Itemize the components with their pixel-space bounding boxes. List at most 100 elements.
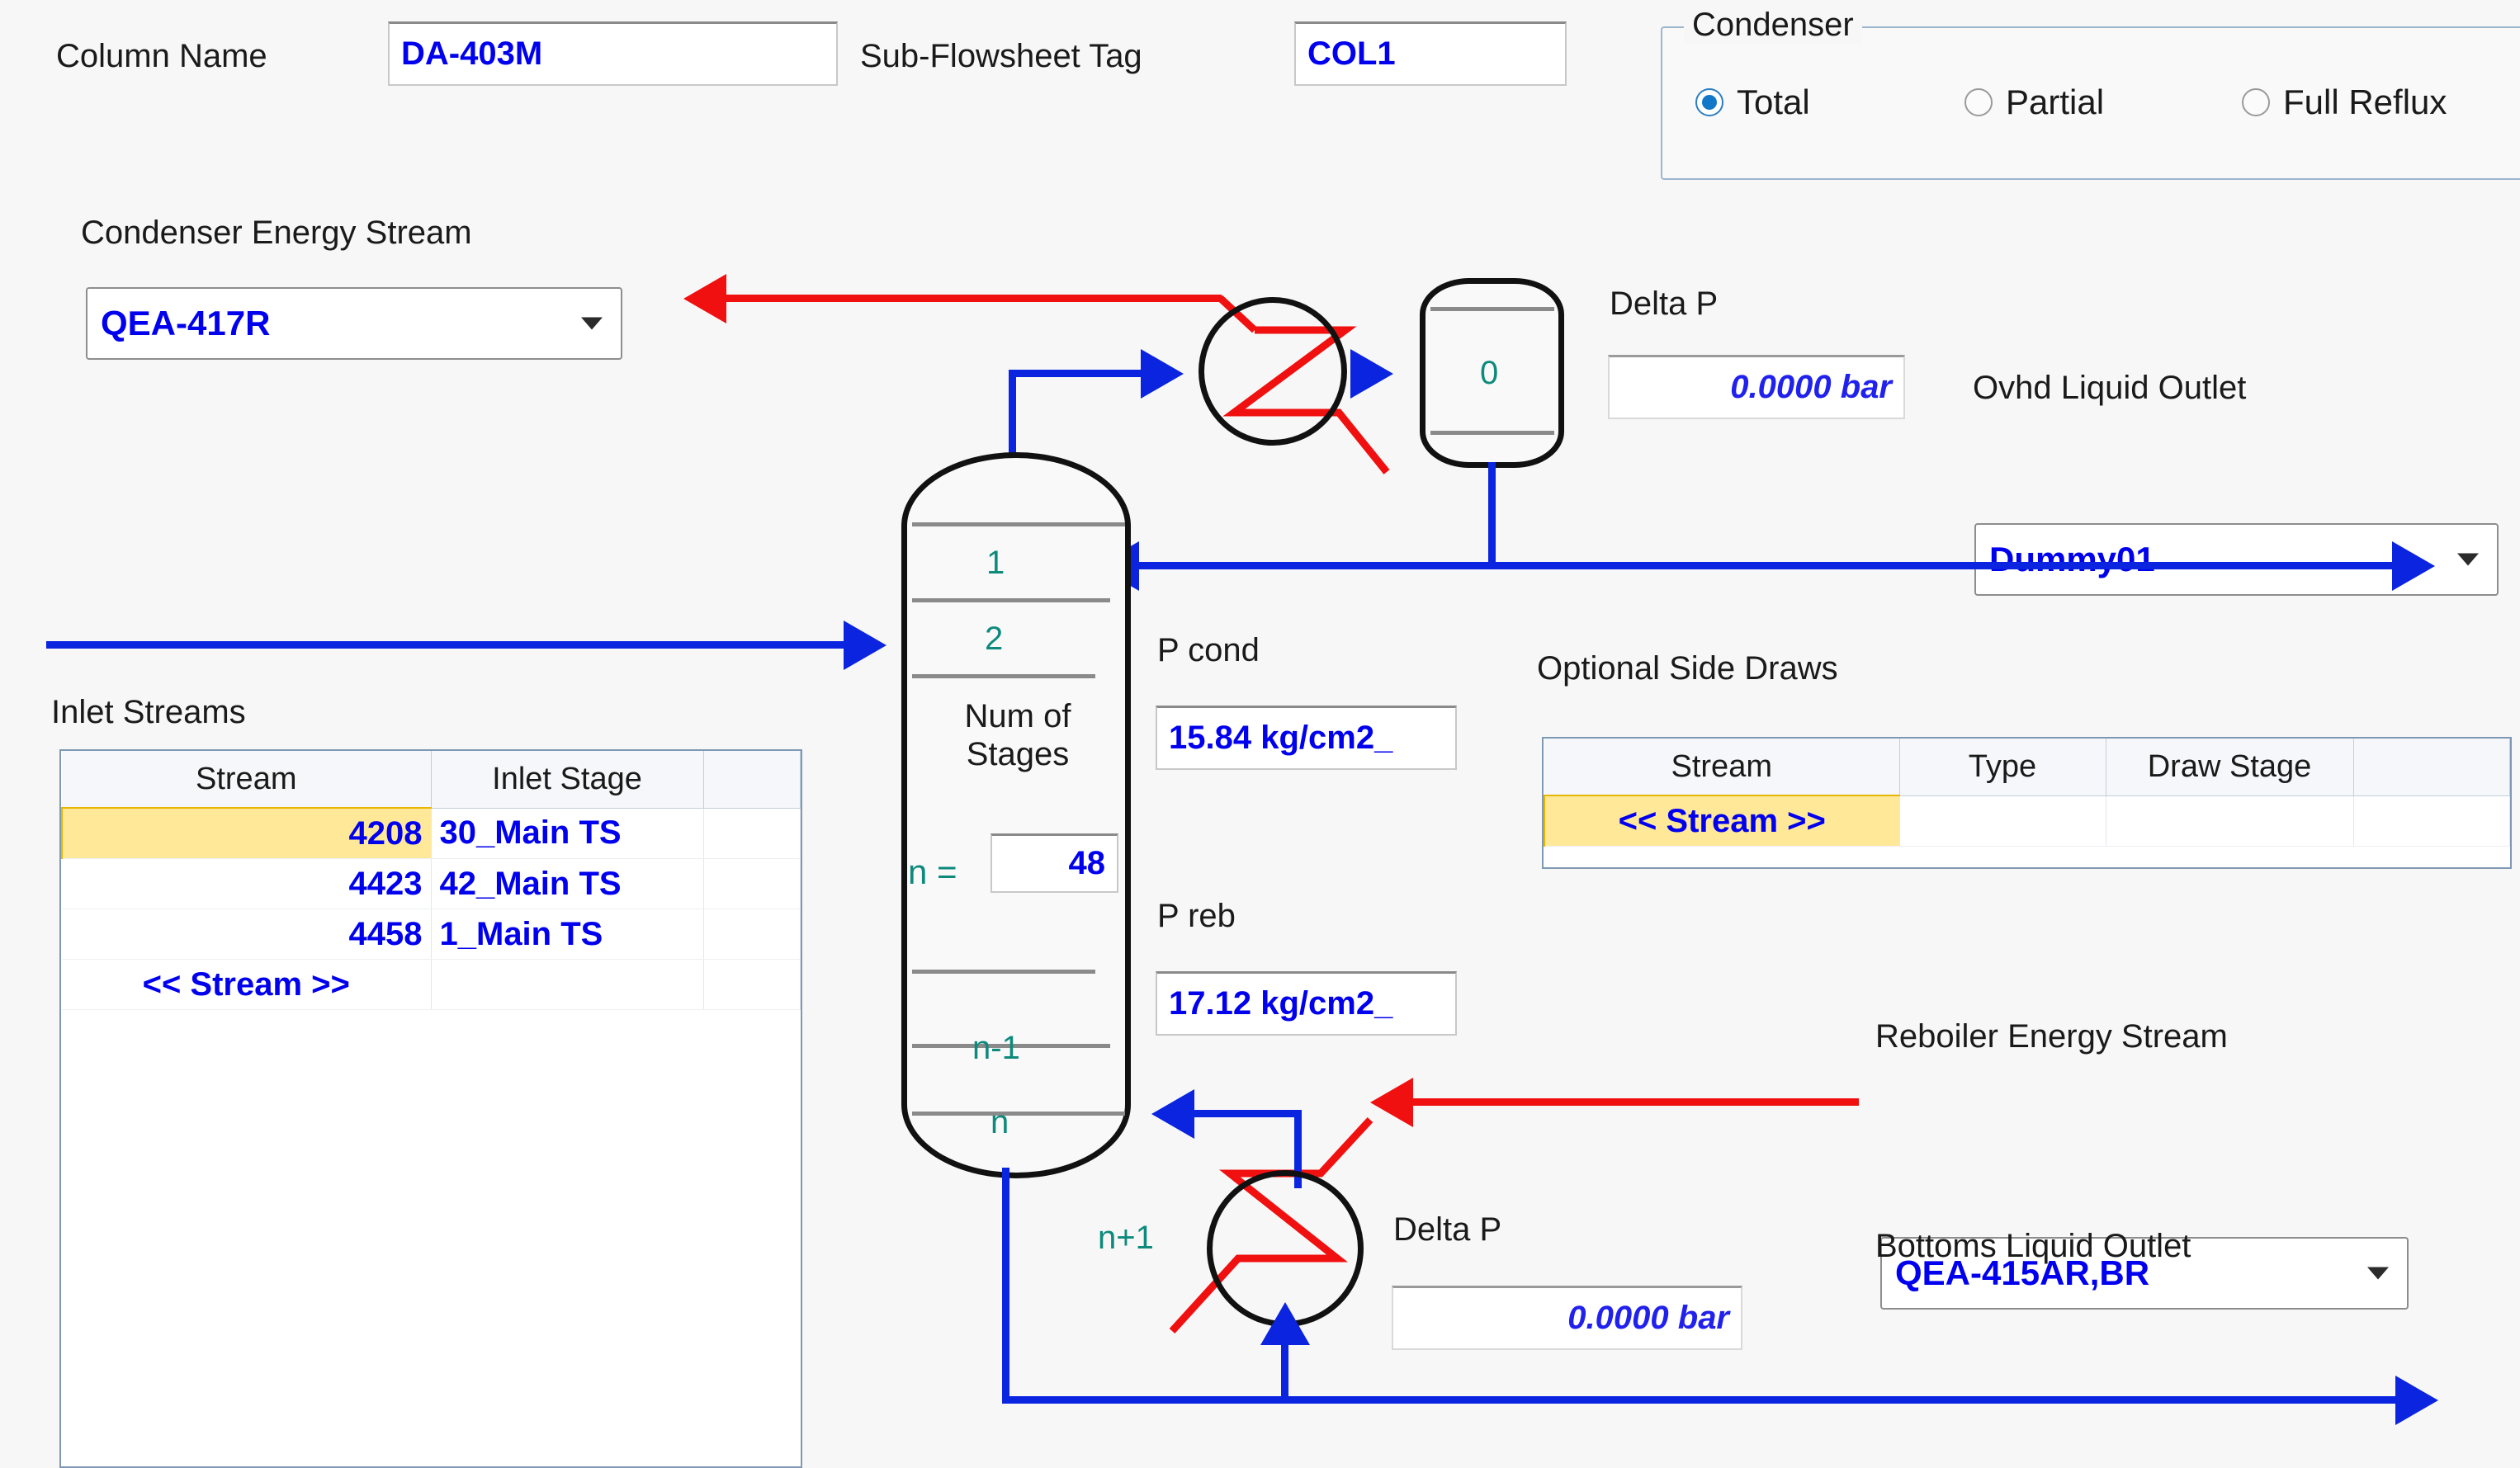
sidedraw-col-spacer [2353, 739, 2510, 796]
side-draws-table: Stream Type Draw Stage << Stream >> [1544, 739, 2510, 847]
reboiler-energy-arrow-icon [1370, 1078, 1413, 1127]
tray-1 [912, 598, 1110, 602]
inlet-streams-grid[interactable]: Stream Inlet Stage 4208 30_Main TS 4423 … [59, 749, 802, 1468]
chevron-down-icon[interactable] [2367, 1267, 2389, 1280]
inlet-row-2-spacer [703, 909, 801, 960]
inlet-row-1-stage[interactable]: 42_Main TS [431, 858, 704, 909]
table-row[interactable]: << Stream >> [1544, 795, 2510, 847]
num-of-stages-label: Num of Stages [964, 698, 1071, 772]
inlet-row-2-stream[interactable]: 4458 [62, 909, 432, 960]
sidedraw-row-0-draw-stage[interactable] [2106, 795, 2354, 847]
radio-partial-icon[interactable] [1964, 88, 1993, 116]
reflux-riser-pipe [1009, 370, 1016, 460]
p-reb-input[interactable]: 17.12 kg/cm2_ [1156, 971, 1457, 1036]
sidedraw-col-type[interactable]: Type [1899, 739, 2106, 796]
feed-inlet-arrow-icon [844, 621, 886, 670]
chevron-down-icon[interactable] [2457, 553, 2479, 566]
num-of-stages-n-equals: n = [908, 852, 957, 891]
inlet-streams-header-row: Stream Inlet Stage [62, 751, 801, 809]
inlet-streams-title: Inlet Streams [51, 694, 246, 730]
reflux-to-exchanger-arrow-icon [1141, 349, 1184, 399]
column-name-label: Column Name [56, 38, 267, 74]
p-cond-label: P cond [1157, 632, 1260, 668]
condenser-energy-stream-combobox[interactable]: QEA-417R [86, 287, 622, 360]
stage-label-n-minus-1: n-1 [972, 1030, 1020, 1066]
ovhd-liquid-outlet-value: Dummy01 [1989, 540, 2155, 578]
drum-top-tray [1430, 307, 1554, 311]
condenser-exchanger-icon [1199, 297, 1347, 446]
inlet-row-1-spacer [703, 858, 801, 909]
num-of-stages-input[interactable]: 48 [991, 833, 1118, 893]
sidedraw-col-draw-stage[interactable]: Draw Stage [2106, 739, 2354, 796]
tray-top [912, 522, 1125, 526]
sidedraw-col-stream[interactable]: Stream [1544, 739, 1900, 796]
radio-full-reflux-label: Full Reflux [2283, 83, 2447, 121]
sidedraw-row-0-type[interactable] [1899, 795, 2106, 847]
column-configuration-panel: Column Name DA-403M Sub-Flowsheet Tag CO… [0, 0, 2520, 1468]
tray-n-2 [912, 970, 1095, 974]
inlet-col-spacer [703, 751, 801, 809]
chevron-down-icon[interactable] [581, 317, 603, 330]
reflux-to-exchanger-pipe [1009, 370, 1145, 377]
column-vessel [901, 452, 1131, 1178]
condenser-energy-arrow-icon [683, 274, 726, 323]
tray-bottom [912, 1112, 1125, 1116]
reboiler-energy-stream-label: Reboiler Energy Stream [1875, 1018, 2228, 1055]
stage-label-n-plus-1: n+1 [1098, 1220, 1154, 1256]
p-reb-label: P reb [1157, 898, 1236, 934]
reboiler-delta-p-label: Delta P [1393, 1211, 1502, 1248]
exchanger-to-drum-arrow-icon [1350, 349, 1393, 399]
inlet-streams-table: Stream Inlet Stage 4208 30_Main TS 4423 … [61, 751, 801, 1010]
inlet-row-1-stream[interactable]: 4423 [62, 858, 432, 909]
reboiler-feed-arrow-icon [1260, 1302, 1310, 1345]
feed-inlet-line [46, 641, 847, 649]
subflowsheet-tag-input[interactable]: COL1 [1294, 21, 1567, 86]
radio-option-partial[interactable]: Partial [1964, 83, 2104, 122]
sidedraw-row-0-spacer [2353, 795, 2510, 847]
inlet-row-0-stage[interactable]: 30_Main TS [431, 808, 704, 859]
drum-stage-number: 0 [1480, 355, 1499, 391]
radio-option-total[interactable]: Total [1695, 83, 1810, 122]
radio-total-icon[interactable] [1695, 88, 1723, 116]
inlet-row-3-stage[interactable] [431, 959, 704, 1010]
inlet-row-0-stream[interactable]: 4208 [61, 807, 432, 859]
ovhd-liquid-outlet-label: Ovhd Liquid Outlet [1973, 370, 2247, 406]
drum-bottom-tray [1430, 431, 1554, 435]
reboiler-delta-p-input[interactable]: 0.0000 bar [1392, 1286, 1742, 1350]
side-draws-grid[interactable]: Stream Type Draw Stage << Stream >> [1542, 737, 2512, 869]
stage-label-2: 2 [985, 621, 1004, 657]
table-row[interactable]: 4208 30_Main TS [61, 807, 801, 859]
column-name-input[interactable]: DA-403M [388, 21, 838, 86]
ovhd-liquid-line [1139, 562, 2394, 569]
condenser-delta-p-label: Delta P [1610, 286, 1719, 322]
condenser-delta-p-input[interactable]: 0.0000 bar [1608, 355, 1905, 419]
inlet-col-stream[interactable]: Stream [62, 751, 432, 809]
stage-label-1: 1 [986, 545, 1005, 581]
reboiler-vapour-arrow-icon [1151, 1089, 1194, 1139]
inlet-row-0-spacer [703, 808, 801, 859]
condenser-energy-stream-value: QEA-417R [101, 304, 271, 342]
inlet-row-3-stream[interactable]: << Stream >> [62, 959, 432, 1010]
radio-full-reflux-icon[interactable] [2242, 88, 2270, 116]
side-draws-header-row: Stream Type Draw Stage [1544, 739, 2510, 796]
side-draws-title: Optional Side Draws [1537, 650, 1838, 687]
table-row[interactable]: 4458 1_Main TS [62, 909, 801, 960]
table-row[interactable]: 4423 42_Main TS [62, 858, 801, 909]
drum-outlet-downcomer [1488, 462, 1496, 565]
inlet-row-3-spacer [703, 959, 801, 1010]
condenser-type-group: Condenser Total Partial Full Reflux [1661, 7, 2520, 180]
inlet-col-inlet-stage[interactable]: Inlet Stage [431, 751, 704, 809]
inlet-row-2-stage[interactable]: 1_Main TS [431, 909, 704, 960]
bottoms-liquid-line [1002, 1396, 2397, 1404]
bottoms-liquid-outlet-label: Bottoms Liquid Outlet [1875, 1228, 2191, 1264]
ovhd-product-arrow-icon [2392, 541, 2435, 591]
bottoms-product-arrow-icon [2395, 1376, 2438, 1425]
table-row[interactable]: << Stream >> [62, 959, 801, 1010]
condenser-group-title: Condenser [1684, 7, 1862, 44]
p-cond-input[interactable]: 15.84 kg/cm2_ [1156, 706, 1457, 770]
condenser-energy-pipe [726, 295, 1222, 302]
sidedraw-row-0-stream[interactable]: << Stream >> [1544, 795, 1900, 847]
radio-partial-label: Partial [2006, 83, 2105, 121]
reboiler-energy-pipe [1413, 1098, 1859, 1106]
radio-option-full-reflux[interactable]: Full Reflux [2242, 83, 2447, 122]
